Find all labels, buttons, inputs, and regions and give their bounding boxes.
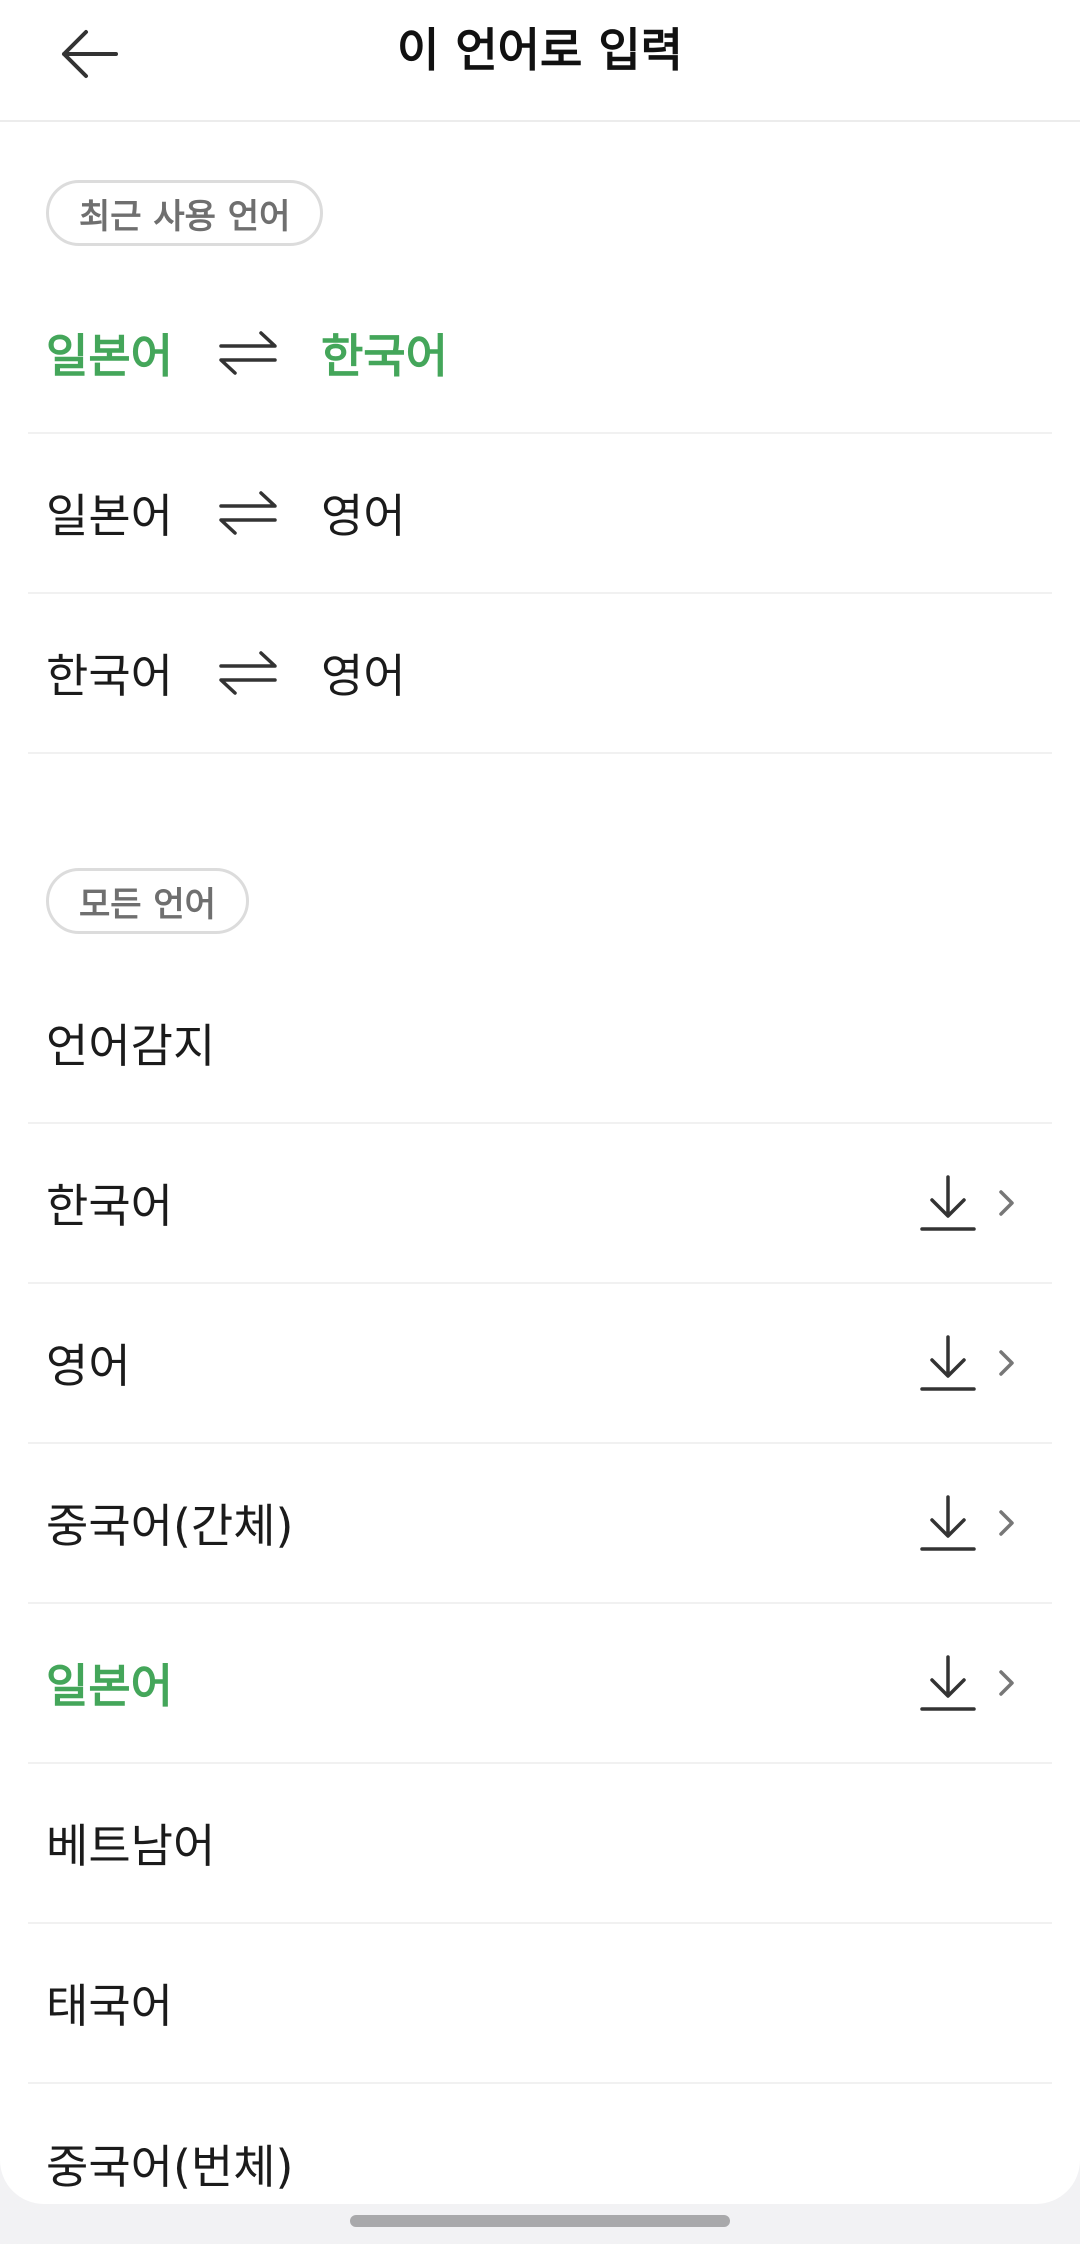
recent-pair-from: 일본어 bbox=[46, 329, 173, 383]
language-label: 영어 bbox=[46, 1339, 131, 1393]
language-item-chinese-traditional[interactable]: 중국어(번체) bbox=[28, 2084, 1052, 2204]
chevron-right-icon bbox=[999, 1670, 1014, 1696]
recent-languages-chip: 최근 사용 언어 bbox=[46, 180, 324, 246]
language-label: 일본어 bbox=[46, 1659, 173, 1713]
swap-arrows-icon bbox=[219, 491, 277, 535]
chevron-right-icon bbox=[999, 1510, 1014, 1536]
download-icon[interactable] bbox=[918, 1333, 978, 1393]
language-label: 중국어(번체) bbox=[46, 2140, 294, 2194]
language-label: 한국어 bbox=[46, 1179, 173, 1233]
swap-arrows-icon bbox=[219, 651, 277, 695]
download-icon[interactable] bbox=[918, 1493, 978, 1553]
language-item-korean[interactable]: 한국어 bbox=[28, 1124, 1052, 1284]
download-icon[interactable] bbox=[918, 1653, 978, 1713]
language-select-sheet: 이 언어로 입력 최근 사용 언어 일본어 한국어 일본어 영어 한국어 영어 bbox=[0, 0, 1080, 2204]
swap-arrows-icon bbox=[219, 331, 277, 375]
language-item-thai[interactable]: 태국어 bbox=[28, 1924, 1052, 2084]
recent-pair-row[interactable]: 일본어 한국어 bbox=[28, 274, 1052, 434]
recent-pair-row[interactable]: 한국어 영어 bbox=[28, 594, 1052, 754]
language-item-english[interactable]: 영어 bbox=[28, 1284, 1052, 1444]
page-title: 이 언어로 입력 bbox=[397, 23, 683, 77]
recent-pair-to: 영어 bbox=[320, 649, 406, 703]
app-header: 이 언어로 입력 bbox=[0, 0, 1080, 122]
recent-pair-to: 영어 bbox=[320, 489, 406, 543]
language-item-chinese-simplified[interactable]: 중국어(간체) bbox=[28, 1444, 1052, 1604]
recent-pair-from: 한국어 bbox=[46, 649, 173, 703]
language-label: 태국어 bbox=[46, 1979, 173, 2033]
language-label: 언어감지 bbox=[46, 1019, 216, 1073]
home-indicator[interactable] bbox=[350, 2215, 730, 2227]
language-item-vietnamese[interactable]: 베트남어 bbox=[28, 1764, 1052, 1924]
language-item-japanese[interactable]: 일본어 bbox=[28, 1604, 1052, 1764]
download-icon[interactable] bbox=[918, 1173, 978, 1233]
language-label: 베트남어 bbox=[46, 1819, 216, 1873]
language-label: 중국어(간체) bbox=[46, 1499, 294, 1553]
chevron-right-icon bbox=[999, 1190, 1014, 1216]
language-item-auto-detect[interactable]: 언어감지 bbox=[28, 964, 1052, 1124]
all-languages-chip: 모든 언어 bbox=[46, 868, 249, 934]
chevron-right-icon bbox=[999, 1350, 1014, 1376]
recent-pair-from: 일본어 bbox=[46, 489, 173, 543]
recent-pair-row[interactable]: 일본어 영어 bbox=[28, 434, 1052, 594]
recent-pair-to: 한국어 bbox=[320, 329, 448, 383]
